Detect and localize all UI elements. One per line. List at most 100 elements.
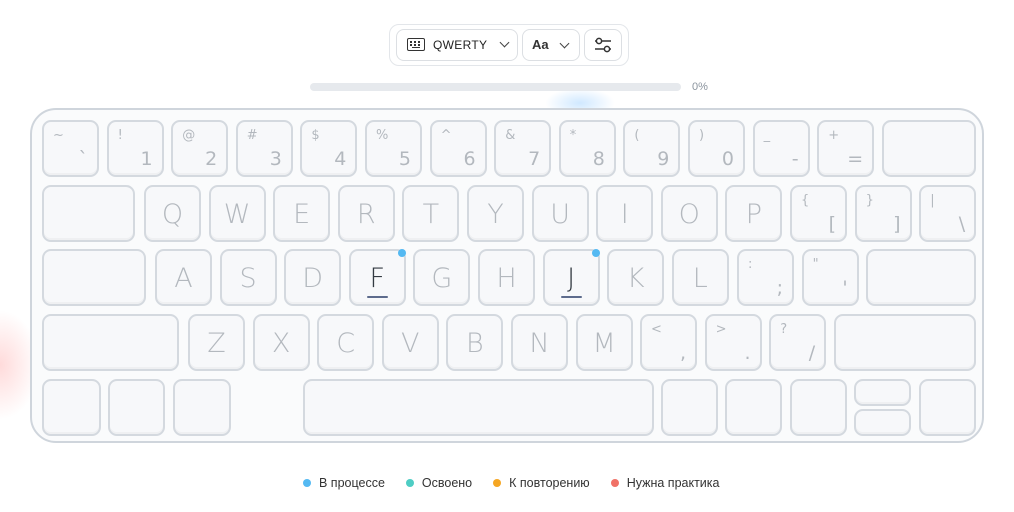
key-6[interactable]: ^ 6 (429, 120, 487, 177)
key-shift-left[interactable] (42, 314, 179, 371)
key-caps-lock[interactable] (42, 249, 146, 306)
key-r[interactable]: R (337, 185, 395, 242)
key-bracket-right[interactable]: }] (854, 185, 912, 242)
key-3[interactable]: #3 (235, 120, 293, 177)
key-bracket-left[interactable]: {[ (790, 185, 847, 242)
key-v[interactable]: V (381, 314, 439, 371)
key-4[interactable]: $4 (300, 120, 358, 177)
key-ctrl[interactable] (42, 379, 101, 436)
legend-item: К повторению (493, 476, 590, 490)
key-`[interactable]: ~ ` (42, 120, 99, 177)
key-arrow-right[interactable] (919, 379, 976, 436)
key-label: S (239, 263, 257, 294)
key-=[interactable]: + = (817, 120, 875, 177)
legend-dot (405, 479, 414, 487)
legend-item: В процессе (303, 476, 385, 490)
key-j[interactable]: J (542, 249, 600, 306)
key-shift-label: & (505, 128, 516, 143)
key-base-label: , (679, 342, 686, 364)
key-o[interactable]: O (660, 185, 718, 242)
font-select[interactable]: Aa (522, 29, 580, 61)
key-label: N (529, 328, 550, 359)
key-shift-label: : (748, 257, 753, 272)
key-y[interactable]: Y (467, 185, 524, 242)
legend-item: Освоено (405, 476, 472, 490)
key-semicolon[interactable]: :; (737, 249, 794, 306)
key-slash[interactable]: ? / (769, 314, 827, 371)
key-enter[interactable] (866, 249, 976, 306)
key-shift-label: < (651, 322, 662, 337)
key-5[interactable]: % 5 (365, 120, 422, 177)
progress-bar (310, 83, 681, 91)
key-arrow-left[interactable] (790, 379, 847, 436)
key-q[interactable]: Q (144, 185, 201, 242)
keyboard-toolbar: QWERTY Aa (389, 24, 629, 66)
key-label: G (431, 263, 453, 294)
key-arrow-down[interactable] (854, 409, 911, 436)
settings-button[interactable] (584, 29, 622, 61)
key-h[interactable]: H (478, 249, 535, 306)
key-label: O (678, 199, 700, 230)
key-base-label: 3 (269, 148, 282, 170)
key-ctrl-right[interactable] (725, 379, 782, 436)
legend-label: К повторению (509, 476, 590, 490)
key-base-label: 9 (657, 148, 670, 170)
key-l[interactable]: L (671, 249, 729, 306)
key-label: K (626, 263, 645, 294)
key-z[interactable]: Z (188, 314, 245, 371)
key-d[interactable]: D (284, 249, 342, 306)
key-tab[interactable] (42, 185, 135, 242)
key-1[interactable]: ! 1 (106, 120, 164, 177)
key-c[interactable]: C (317, 314, 375, 371)
key-w[interactable]: W (208, 185, 266, 242)
key-g[interactable]: G (413, 249, 471, 306)
key-n[interactable]: N (511, 314, 568, 371)
key-base-label: ] (893, 213, 901, 235)
key-7[interactable]: & 7 (494, 120, 552, 177)
key-space[interactable] (303, 379, 654, 436)
sliders-icon (595, 37, 611, 53)
key-e[interactable]: E (273, 185, 331, 242)
key-8[interactable]: * 8 (558, 120, 616, 177)
key-u[interactable]: U (531, 185, 589, 242)
key-alt-right[interactable] (661, 379, 718, 436)
key-label: F (369, 263, 386, 294)
key-9[interactable]: (9 (623, 120, 681, 177)
key-0[interactable]: ) 0 (688, 120, 745, 177)
key-base-label: 8 (592, 148, 605, 170)
key-f[interactable]: F (348, 249, 406, 306)
key-x[interactable]: X (252, 314, 310, 371)
key-k[interactable]: K (607, 249, 665, 306)
key-b[interactable]: B (446, 314, 504, 371)
key-quote[interactable]: " ' (801, 249, 859, 306)
key-t[interactable]: T (402, 185, 460, 242)
progress-legend: В процессе Освоено К повторению Нужна практ… (303, 475, 740, 491)
key-m[interactable]: M (575, 314, 633, 371)
key-shift-label: ~ (53, 128, 64, 143)
key-backspace[interactable] (882, 120, 976, 177)
key-p[interactable]: P (725, 185, 783, 242)
key-base-label: 0 (721, 148, 734, 170)
key-2[interactable]: @2 (171, 120, 229, 177)
key-cmd[interactable] (173, 379, 231, 436)
key-label: L (692, 263, 708, 294)
key-backslash[interactable]: | \ (919, 185, 977, 242)
key-i[interactable]: I (596, 185, 654, 242)
key-label: D (302, 263, 324, 294)
key-shift-right[interactable] (834, 314, 976, 371)
key-label: X (271, 328, 291, 359)
key-arrow-up[interactable] (854, 379, 911, 406)
key-shift-label: ) (699, 128, 705, 143)
key-base-label: 4 (334, 148, 347, 170)
key-base-label: 2 (205, 148, 218, 170)
key-comma[interactable]: <, (640, 314, 697, 371)
key-period[interactable]: >. (704, 314, 762, 371)
key-label: A (174, 263, 193, 294)
key-shift-label: { (801, 193, 810, 208)
key-alt[interactable] (108, 379, 165, 436)
layout-select[interactable]: QWERTY (396, 29, 518, 61)
key-s[interactable]: S (219, 249, 277, 306)
key--[interactable]: _ - (752, 120, 810, 177)
key-a[interactable]: A (155, 249, 212, 306)
key-base-label: \ (958, 213, 966, 235)
